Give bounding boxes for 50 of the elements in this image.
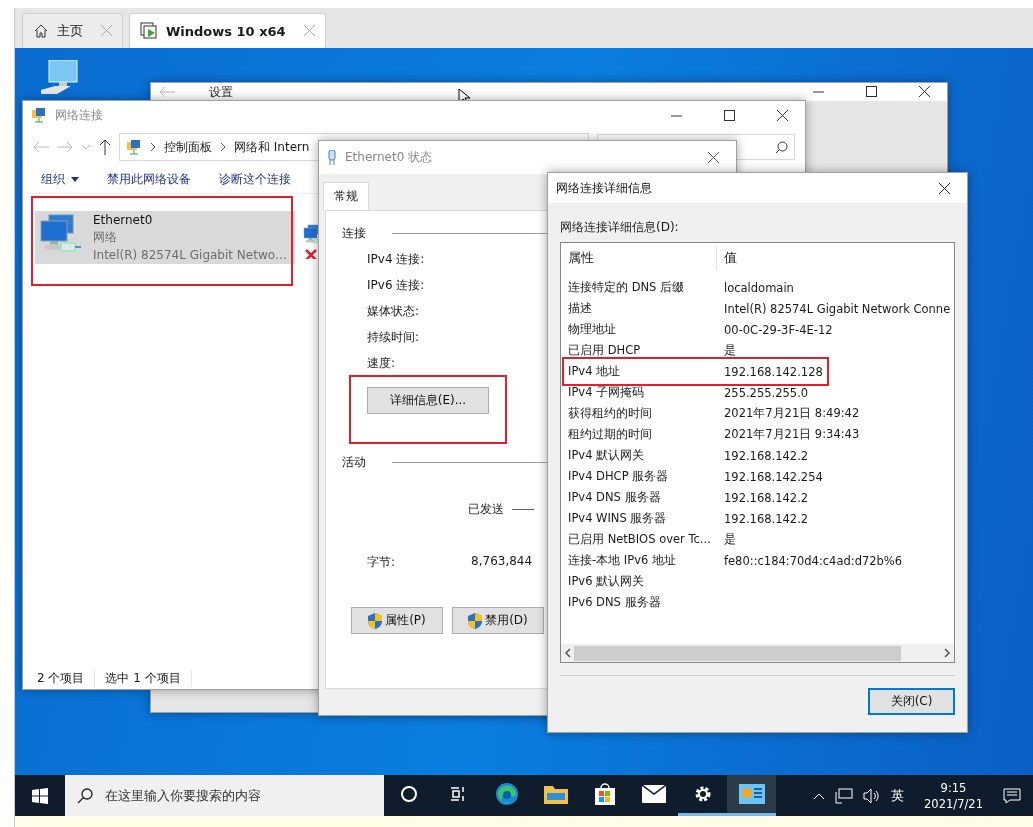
group-label: 连接 xyxy=(342,225,366,242)
sent-label: 已发送 xyxy=(468,501,504,518)
connection-device: Intel(R) 82574L Gigabit Netwo… xyxy=(93,248,288,262)
property-cell-text: IPv4 WINS 服务器 xyxy=(567,511,668,526)
value-cell-text: 192.168.142.2 xyxy=(723,448,809,463)
property-cell-text: 获得租约的时间 xyxy=(567,406,653,421)
field-label: IPv4 连接: xyxy=(367,251,425,268)
value-cell-text: 是 xyxy=(723,343,736,358)
window-title: 网络连接详细信息 xyxy=(556,179,652,197)
value-cell-text: Intel(R) 82574L Gigabit Network Conne xyxy=(723,301,951,316)
window-title: 网络连接 xyxy=(55,106,103,124)
list-label: 网络连接详细信息(D): xyxy=(560,219,680,236)
property-cell-text: 连接特定的 DNS 后缀 xyxy=(567,280,686,295)
window-title: Ethernet0 状态 xyxy=(345,149,433,166)
property-cell-text: 连接-本地 IPv6 地址 xyxy=(567,553,677,568)
value-cell-text: fe80::c184:70d4:c4ad:d72b%6 xyxy=(723,553,903,568)
status-text: 选中 1 个项目 xyxy=(105,669,192,687)
property-cell-text: 已启用 NetBIOS over Tc... xyxy=(567,532,712,547)
property-cell-text: IPv4 DHCP 服务器 xyxy=(567,469,670,484)
status-text: 2 个项目 xyxy=(37,669,96,687)
property-cell-text: 租约过期的时间 xyxy=(567,427,653,442)
property-cell-text: 物理地址 xyxy=(567,322,617,337)
bytes-value: 8,763,844 xyxy=(471,554,533,570)
field-label: IPv6 连接: xyxy=(367,277,425,294)
bytes-label: 字节: xyxy=(367,554,396,571)
value-cell-text: 192.168.142.2 xyxy=(723,490,809,505)
property-cell-text: IPv6 默认网关 xyxy=(567,574,646,589)
property-cell-text: IPv4 子网掩码 xyxy=(567,385,646,400)
field-label: 持续时间: xyxy=(367,329,420,346)
value-cell-text: 是 xyxy=(723,532,736,547)
field-label: 媒体状态: xyxy=(367,303,420,320)
value-cell-text: localdomain xyxy=(723,280,794,295)
value-cell-text: 192.168.142.254 xyxy=(723,469,823,484)
property-cell-text: IPv4 默认网关 xyxy=(567,448,646,463)
value-cell-text: 192.168.142.128 xyxy=(723,364,823,379)
property-cell-text: IPv4 DNS 服务器 xyxy=(567,490,662,505)
property-cell-text: IPv4 地址 xyxy=(567,364,622,379)
value-cell-text: 00-0C-29-3F-4E-12 xyxy=(723,322,833,337)
value-cell-text: 192.168.142.2 xyxy=(723,511,809,526)
group-label: 活动 xyxy=(342,454,366,471)
window-title: 设置 xyxy=(209,83,233,101)
connection-name: Ethernet0 xyxy=(93,213,154,227)
field-label: 速度: xyxy=(367,355,396,372)
property-cell-text: IPv6 DNS 服务器 xyxy=(567,595,662,610)
value-cell-text: 255.255.255.0 xyxy=(723,385,809,400)
property-cell-text: 描述 xyxy=(567,301,593,316)
property-cell-text: 已启用 DHCP xyxy=(567,343,642,358)
value-cell-text: 2021年7月21日 9:34:43 xyxy=(723,427,860,442)
value-cell-text: 2021年7月21日 8:49:42 xyxy=(723,406,860,421)
connection-network: 网络 xyxy=(93,229,118,246)
